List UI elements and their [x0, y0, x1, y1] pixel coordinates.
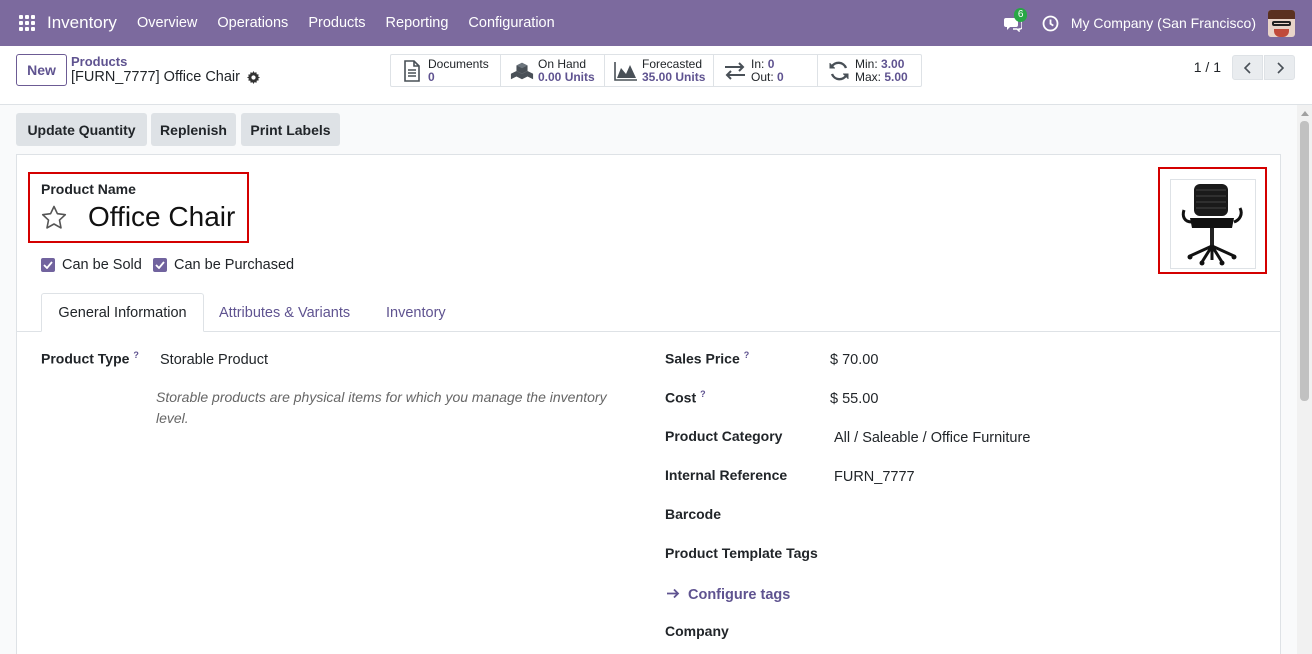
- internal-reference-label: Internal Reference: [665, 467, 788, 483]
- pager-value[interactable]: 1 / 1: [1194, 59, 1221, 75]
- new-button[interactable]: New: [16, 54, 67, 86]
- top-navbar: Inventory Overview Operations Products R…: [0, 0, 1312, 46]
- min-max-smart-button[interactable]: Min: 3.00 Max: 5.00: [818, 55, 921, 86]
- arrow-right-icon: [667, 587, 680, 603]
- product-type-help-text: Storable products are physical items for…: [156, 389, 607, 426]
- refresh-icon: [827, 61, 851, 81]
- document-icon: [400, 59, 424, 82]
- min-label: Min:: [855, 56, 878, 71]
- cost-input[interactable]: $ 55.00: [830, 391, 878, 407]
- documents-smart-button[interactable]: Documents 0: [391, 55, 501, 86]
- product-category-label: Product Category: [665, 428, 783, 444]
- menu-overview[interactable]: Overview: [137, 15, 197, 31]
- help-tooltip-icon[interactable]: ?: [744, 350, 750, 360]
- product-name-label: Product Name: [41, 181, 136, 197]
- forecasted-label: Forecasted: [642, 56, 703, 71]
- sales-price-input[interactable]: $ 70.00: [830, 352, 878, 368]
- product-category-input[interactable]: All / Saleable / Office Furniture: [834, 430, 1030, 446]
- tabs-divider: [17, 331, 1280, 332]
- favorite-star-icon[interactable]: [41, 205, 67, 233]
- chat-icon[interactable]: 6: [1003, 8, 1028, 32]
- breadcrumb-current: [FURN_7777] Office Chair: [71, 69, 260, 85]
- product-name-input[interactable]: Office Chair: [88, 201, 235, 233]
- menu-products[interactable]: Products: [308, 15, 365, 31]
- on-hand-label: On Hand: [538, 56, 587, 71]
- replenish-button[interactable]: Replenish: [151, 113, 236, 146]
- menu-configuration[interactable]: Configuration: [468, 15, 554, 31]
- in-label: In:: [751, 56, 765, 71]
- barcode-input[interactable]: [834, 506, 1254, 526]
- breadcrumb-products[interactable]: Products: [71, 54, 127, 69]
- office-chair-image: [1181, 184, 1243, 266]
- vertical-scrollbar[interactable]: [1297, 105, 1312, 654]
- user-avatar[interactable]: [1268, 9, 1295, 37]
- on-hand-smart-button[interactable]: On Hand 0.00 Units: [501, 55, 605, 86]
- menu-reporting[interactable]: Reporting: [386, 15, 449, 31]
- company-label: Company: [665, 623, 729, 639]
- company-switcher[interactable]: My Company (San Francisco): [1071, 15, 1256, 31]
- smart-buttons: Documents 0 On Hand 0.00 Units Forecaste…: [390, 54, 922, 87]
- help-tooltip-icon[interactable]: ?: [133, 350, 139, 360]
- can-be-sold-checkbox[interactable]: [41, 258, 55, 272]
- checkmark-icon: [43, 261, 53, 269]
- internal-reference-input[interactable]: FURN_7777: [834, 469, 915, 485]
- print-labels-button[interactable]: Print Labels: [241, 113, 340, 146]
- breadcrumb-current-label: [FURN_7777] Office Chair: [71, 69, 240, 85]
- can-be-sold-label: Can be Sold: [62, 257, 142, 273]
- barcode-label: Barcode: [665, 506, 722, 522]
- forecasted-smart-button[interactable]: Forecasted 35.00 Units: [605, 55, 714, 86]
- pager-next-button[interactable]: [1264, 55, 1295, 80]
- help-tooltip-icon[interactable]: ?: [700, 389, 706, 399]
- documents-value: 0: [428, 69, 435, 84]
- out-label: Out:: [751, 69, 774, 84]
- chevron-right-icon: [1276, 61, 1284, 74]
- configure-tags-link[interactable]: Configure tags: [667, 587, 790, 603]
- product-template-tags-label: Product Template Tags: [665, 545, 818, 561]
- can-be-purchased-checkbox[interactable]: [153, 258, 167, 272]
- tab-inventory[interactable]: Inventory: [386, 293, 446, 332]
- cubes-icon: [510, 61, 534, 81]
- update-quantity-button[interactable]: Update Quantity: [16, 113, 147, 146]
- chevron-left-icon: [1243, 61, 1251, 74]
- gear-icon[interactable]: [246, 70, 260, 84]
- tab-general-information[interactable]: General Information: [41, 293, 204, 332]
- product-image[interactable]: [1170, 179, 1256, 269]
- max-value: 5.00: [884, 69, 908, 84]
- exchange-icon: [723, 61, 747, 81]
- chat-count-badge: 6: [1013, 8, 1028, 22]
- activity-clock-icon[interactable]: [1042, 15, 1059, 32]
- forecasted-value: 35.00 Units: [642, 69, 706, 84]
- product-type-label: Product Type?: [41, 350, 139, 367]
- documents-label: Documents: [428, 56, 489, 71]
- sales-price-label: Sales Price?: [665, 350, 750, 367]
- menu-operations[interactable]: Operations: [217, 15, 288, 31]
- product-template-tags-input[interactable]: [834, 545, 1254, 565]
- area-chart-icon: [614, 61, 638, 81]
- in-value: 0: [767, 56, 775, 71]
- in-out-smart-button[interactable]: In: 0 Out: 0: [714, 55, 818, 86]
- on-hand-value: 0.00 Units: [538, 69, 595, 84]
- max-label: Max:: [855, 69, 882, 84]
- out-value: 0: [777, 69, 784, 84]
- control-panel: New Products [FURN_7777] Office Chair Do…: [0, 46, 1312, 105]
- tab-attributes-variants[interactable]: Attributes & Variants: [219, 293, 350, 332]
- checkmark-icon: [155, 261, 165, 269]
- apps-menu-icon[interactable]: [19, 15, 35, 31]
- min-value: 3.00: [881, 56, 905, 71]
- product-type-select[interactable]: Storable Product: [160, 352, 268, 368]
- pager-previous-button[interactable]: [1232, 55, 1263, 80]
- app-name[interactable]: Inventory: [47, 13, 117, 33]
- cost-label: Cost?: [665, 389, 706, 406]
- can-be-purchased-label: Can be Purchased: [174, 257, 295, 273]
- configure-tags-label: Configure tags: [688, 587, 791, 603]
